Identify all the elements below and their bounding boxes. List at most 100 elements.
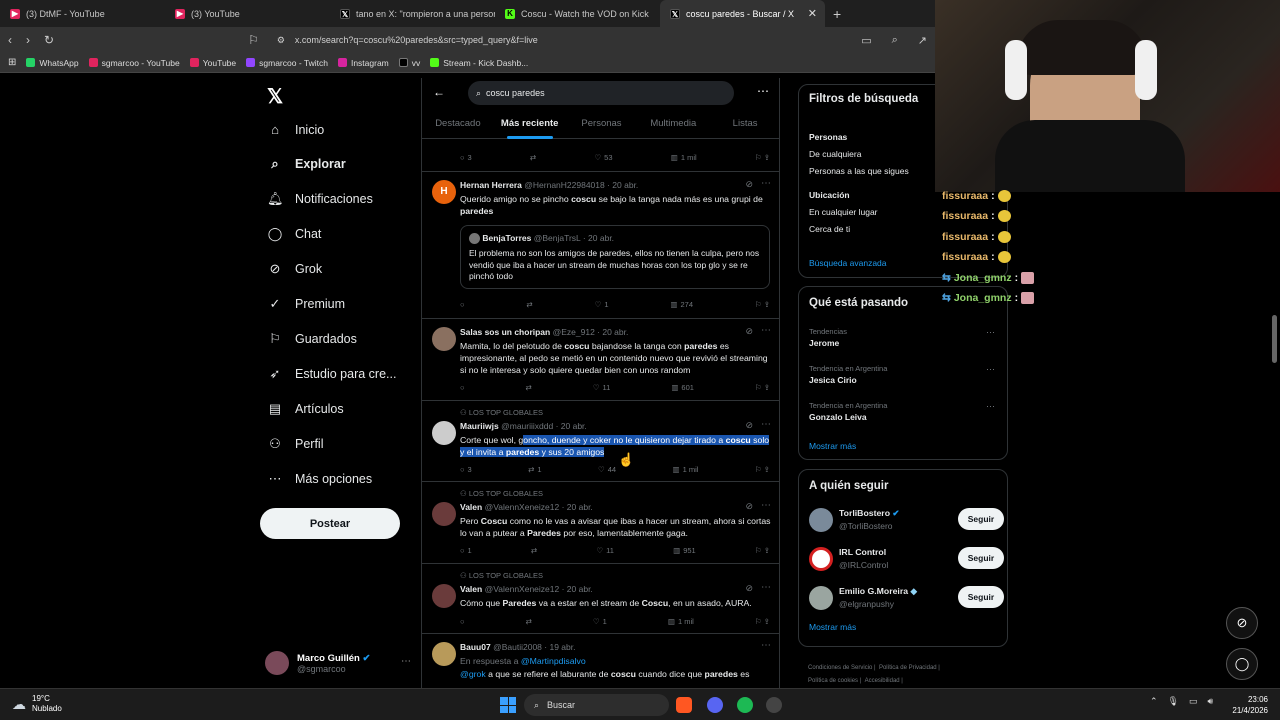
more-icon[interactable]: ⋯: [761, 640, 771, 651]
account-switcher[interactable]: Marco Guillén ✔ @sgmarcoo ⋯: [265, 646, 415, 680]
more-icon[interactable]: ⋯: [761, 582, 771, 593]
quoted-tweet[interactable]: BenjaTorres @BenjaTrsL · 20 abr. El prob…: [460, 225, 770, 289]
site-info-icon[interactable]: ⚙: [277, 35, 285, 46]
follow-suggestion[interactable]: TorliBostero ✔ @TorliBostero Seguir: [809, 506, 1004, 536]
browser-tab[interactable]: ▶ (3) YouTube: [165, 0, 330, 27]
monitor-icon[interactable]: ▭: [1189, 696, 1198, 707]
views-button[interactable]: ▥ 274: [670, 300, 693, 309]
reply-button[interactable]: ○: [460, 383, 465, 392]
repost-button[interactable]: ⇄: [530, 153, 536, 162]
nav-item-grok[interactable]: ⊘ Grok: [267, 261, 323, 277]
tweet[interactable]: Salas sos un choripan @Eze_912 · 20 abr.…: [422, 319, 779, 401]
url-field[interactable]: ⚙ x.com/search?q=coscu%20paredes&src=typ…: [273, 30, 841, 50]
avatar[interactable]: [432, 327, 456, 351]
nav-item-more[interactable]: ⋯ Más opciones: [267, 471, 373, 487]
like-button[interactable]: ♡ 11: [593, 383, 611, 392]
footer-link[interactable]: Accesibilidad: [865, 678, 900, 684]
advanced-search-link[interactable]: Búsqueda avanzada: [809, 258, 887, 268]
bookmark-button[interactable]: ⚐ ⇪: [755, 617, 770, 626]
grok-button[interactable]: ⊘: [1226, 607, 1258, 639]
spotify-icon[interactable]: [737, 697, 753, 713]
footer-link[interactable]: Política de Privacidad: [879, 665, 937, 671]
bookmark-button[interactable]: ⚐ ⇪: [755, 300, 770, 309]
filter-option-following[interactable]: Personas a las que sigues: [809, 166, 909, 176]
grok-icon[interactable]: ⊘: [745, 179, 753, 190]
zoom-icon[interactable]: ⌕: [892, 34, 898, 47]
tab-lists[interactable]: Listas: [709, 113, 779, 138]
grok-icon[interactable]: ⊘: [745, 583, 753, 594]
avatar[interactable]: [432, 584, 456, 608]
chevron-up-icon[interactable]: ⌃: [1150, 696, 1158, 707]
volume-icon[interactable]: 🔊︎: [1208, 696, 1214, 707]
browser-tab[interactable]: 𝕏tano en X: "rompieron a una persona: [330, 0, 495, 27]
tab-featured[interactable]: Destacado: [422, 113, 494, 138]
more-icon[interactable]: ⋯: [757, 84, 769, 98]
filter-option-anyone[interactable]: De cualquiera: [809, 149, 861, 159]
grok-icon[interactable]: ⊘: [745, 501, 753, 512]
forward-icon[interactable]: ›: [26, 33, 30, 47]
taskbar-search[interactable]: ⌕ Buscar: [524, 694, 669, 716]
back-icon[interactable]: ‹: [8, 33, 12, 47]
reply-button[interactable]: ○ 1: [460, 546, 472, 555]
nav-item-notifications[interactable]: 🔔︎ Notificaciones: [267, 191, 373, 207]
follow-suggestion[interactable]: Emilio G.Moreira ◆ @elgranpushy Seguir: [809, 584, 1004, 614]
close-icon[interactable]: ✕: [808, 7, 817, 20]
nav-item-articles[interactable]: ▤ Artículos: [267, 401, 344, 417]
more-icon[interactable]: ⋯: [986, 401, 995, 412]
avatar[interactable]: [809, 547, 833, 571]
tab-people[interactable]: Personas: [566, 113, 638, 138]
avatar[interactable]: [432, 421, 456, 445]
tweet[interactable]: ⚇ LOS TOP GLOBALES Valen @ValennXeneize1…: [422, 564, 779, 634]
filter-option-near-you[interactable]: Cerca de ti: [809, 224, 850, 234]
avatar[interactable]: [432, 502, 456, 526]
reload-icon[interactable]: ↻: [44, 33, 54, 47]
views-button[interactable]: ▥ 1 mil: [671, 153, 697, 162]
show-more-link[interactable]: Mostrar más: [809, 622, 856, 632]
more-icon[interactable]: ⋯: [761, 500, 771, 511]
bookmark-item[interactable]: YouTube: [189, 58, 236, 68]
windows-start-icon[interactable]: [500, 697, 516, 713]
brave-icon[interactable]: [676, 697, 692, 713]
tweet[interactable]: ○ 3 ⇄ ♡ 53 ▥ 1 mil ⚐ ⇪: [422, 140, 779, 172]
avatar[interactable]: H: [432, 180, 456, 204]
more-icon[interactable]: ⋯: [986, 364, 995, 375]
grok-icon[interactable]: ⊘: [745, 420, 753, 431]
like-button[interactable]: ♡ 44: [598, 465, 616, 474]
more-icon[interactable]: ⋯: [761, 419, 771, 430]
views-button[interactable]: ▥ 1 mil: [673, 465, 699, 474]
search-input[interactable]: ⌕ coscu paredes: [468, 81, 734, 105]
reply-button[interactable]: ○ 3: [460, 153, 472, 162]
nav-item-bookmarks[interactable]: ⚐ Guardados: [267, 331, 357, 347]
more-icon[interactable]: ⋯: [401, 656, 411, 667]
bookmark-icon[interactable]: ⚐: [248, 33, 259, 47]
bookmark-button[interactable]: ⚐ ⇪: [755, 465, 770, 474]
discord-icon[interactable]: [707, 697, 723, 713]
more-icon[interactable]: ⋯: [986, 327, 995, 338]
tweet[interactable]: Bauu07 @Bautii2008 · 19 abr. ⋯ En respue…: [422, 634, 779, 688]
filter-option-anywhere[interactable]: En cualquier lugar: [809, 207, 878, 217]
mention-link[interactable]: @Martinpdisalvo: [521, 656, 586, 666]
browser-tab[interactable]: K Coscu - Watch the VOD on Kick: [495, 0, 660, 27]
views-button[interactable]: ▥ 1 mil: [668, 617, 694, 626]
tab-media[interactable]: Multimedia: [637, 113, 709, 138]
repost-button[interactable]: ⇄: [531, 546, 537, 555]
weather-widget[interactable]: ☁ 19°C Nublado: [12, 694, 62, 714]
apps-icon[interactable]: ⊞: [8, 57, 16, 68]
bookmark-item[interactable]: Stream - Kick Dashb...: [430, 58, 528, 68]
like-button[interactable]: ♡ 1: [595, 300, 609, 309]
more-icon[interactable]: ⋯: [761, 178, 771, 189]
page-scrollbar[interactable]: [1272, 315, 1277, 363]
share-icon[interactable]: ↗: [918, 34, 927, 47]
repost-button[interactable]: ⇄: [526, 383, 532, 392]
follow-suggestion[interactable]: IRL Control @IRLControl Seguir: [809, 545, 1004, 575]
messages-button[interactable]: ◯: [1226, 648, 1258, 680]
nav-item-premium[interactable]: ✓ Premium: [267, 296, 345, 312]
show-more-link[interactable]: Mostrar más: [809, 441, 856, 451]
tweet[interactable]: H Hernan Herrera @HernanH22984018 · 20 a…: [422, 172, 779, 319]
footer-link[interactable]: Condiciones de Servicio: [808, 665, 872, 671]
microphone-icon[interactable]: 🎙︎: [1168, 696, 1179, 707]
follow-button[interactable]: Seguir: [958, 508, 1004, 530]
like-button[interactable]: ♡ 11: [596, 546, 614, 555]
nav-item-creator-studio[interactable]: ➶ Estudio para cre...: [267, 366, 397, 382]
bookmark-item[interactable]: sgmarcoo - YouTube: [88, 58, 180, 68]
